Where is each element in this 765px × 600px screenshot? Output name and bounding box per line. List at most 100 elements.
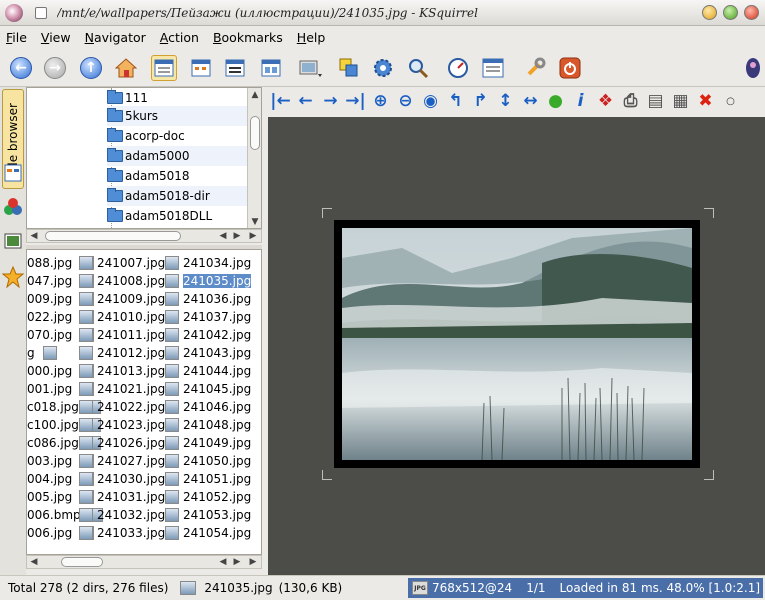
- scrollbar-thumb[interactable]: [45, 231, 181, 241]
- back-button[interactable]: ←: [8, 55, 34, 81]
- menu-view[interactable]: View: [41, 30, 71, 45]
- scroll-right-icon[interactable]: ▶: [231, 230, 243, 242]
- file-item[interactable]: 241021.jpg: [79, 380, 165, 398]
- file-item[interactable]: 241026.jpg: [79, 434, 165, 452]
- tree-item[interactable]: 111: [107, 88, 148, 108]
- tree-item[interactable]: adam5018-dir: [107, 186, 247, 206]
- rotate-left-icon[interactable]: ↰: [443, 89, 468, 113]
- zoom-out-icon[interactable]: ⊖: [393, 89, 418, 113]
- first-image-icon[interactable]: |←: [268, 89, 293, 113]
- tree-horizontal-scrollbar[interactable]: ◀ ◀ ▶ ▶: [26, 229, 262, 243]
- file-item[interactable]: 241046.jpg: [165, 398, 251, 416]
- scroll-up-icon[interactable]: ▲: [249, 89, 261, 101]
- find-button[interactable]: [405, 55, 431, 81]
- file-item[interactable]: 241013.jpg: [79, 362, 165, 380]
- file-item[interactable]: 241043.jpg: [165, 344, 251, 362]
- file-item[interactable]: 241023.jpg: [79, 416, 165, 434]
- maximize-button[interactable]: [723, 5, 738, 20]
- file-item[interactable]: 241022.jpg: [79, 398, 165, 416]
- file-item[interactable]: 241010.jpg: [79, 308, 165, 326]
- zoom-menu-icon[interactable]: ◉: [418, 89, 443, 113]
- tree-item[interactable]: adam5000: [107, 146, 247, 166]
- file-item[interactable]: 241030.jpg: [79, 470, 165, 488]
- next-image-icon[interactable]: →: [318, 89, 343, 113]
- file-item[interactable]: 241042.jpg: [165, 326, 251, 344]
- file-item[interactable]: 241051.jpg: [165, 470, 251, 488]
- scroll-left-icon[interactable]: ◀: [217, 230, 229, 242]
- view-icons-button[interactable]: [188, 55, 214, 81]
- scroll-right-icon[interactable]: ▶: [247, 230, 259, 242]
- select-group-button[interactable]: [336, 55, 362, 81]
- image-viewer[interactable]: [268, 117, 765, 575]
- file-item[interactable]: 241031.jpg: [79, 488, 165, 506]
- scroll-right-icon[interactable]: ▶: [247, 556, 259, 568]
- files-horizontal-scrollbar[interactable]: ◀ ◀ ▶ ▶: [26, 555, 262, 569]
- thumbnail-size-button[interactable]: [298, 55, 324, 81]
- file-item[interactable]: 241049.jpg: [165, 434, 251, 452]
- file-item[interactable]: 241034.jpg: [165, 254, 251, 272]
- scroll-left-icon[interactable]: ◀: [28, 556, 40, 568]
- file-item[interactable]: 241045.jpg: [165, 380, 251, 398]
- file-item[interactable]: 241007.jpg: [79, 254, 165, 272]
- file-item[interactable]: 241050.jpg: [165, 452, 251, 470]
- file-item[interactable]: 241035.jpg: [165, 272, 252, 290]
- title-bar[interactable]: /mnt/e/wallpapers/Пейзажи (иллюстрации)/…: [0, 0, 765, 26]
- home-button[interactable]: [113, 55, 139, 81]
- scroll-left-icon[interactable]: ◀: [28, 230, 40, 242]
- file-item[interactable]: 241052.jpg: [165, 488, 251, 506]
- tree-item[interactable]: adam5018DLL: [107, 206, 212, 226]
- image-info-button[interactable]: [480, 55, 506, 81]
- file-item[interactable]: 241009.jpg: [79, 290, 165, 308]
- view-thumbnails-button[interactable]: [258, 55, 284, 81]
- lightbulb-icon[interactable]: ●: [543, 89, 568, 113]
- scroll-right-icon[interactable]: ▶: [231, 556, 243, 568]
- quit-button[interactable]: [557, 55, 583, 81]
- scrollbar-thumb[interactable]: [61, 557, 103, 567]
- file-item[interactable]: 241027.jpg: [79, 452, 165, 470]
- menu-file[interactable]: File: [6, 30, 27, 45]
- directory-tree[interactable]: 111 5kurs acorp-doc adam5000 adam5018 ad…: [26, 87, 262, 229]
- ksquirrel-app-icon[interactable]: [5, 3, 23, 22]
- menu-action[interactable]: Action: [160, 30, 199, 45]
- tab-image-gallery[interactable]: [2, 227, 24, 255]
- file-item[interactable]: 241054.jpg: [165, 524, 251, 542]
- menu-help[interactable]: Help: [297, 30, 326, 45]
- slideshow-icon[interactable]: ▤: [643, 89, 668, 113]
- file-item[interactable]: 241036.jpg: [165, 290, 251, 308]
- menu-navigator[interactable]: Navigator: [85, 30, 146, 45]
- file-item[interactable]: 241033.jpg: [79, 524, 165, 542]
- previous-image-icon[interactable]: ←: [293, 89, 318, 113]
- fullscreen-icon[interactable]: ❖: [593, 89, 618, 113]
- image-properties-icon[interactable]: ▦: [668, 89, 693, 113]
- file-item[interactable]: 241012.jpg: [79, 344, 165, 362]
- more-options-icon[interactable]: ○: [718, 89, 743, 113]
- rotate-right-icon[interactable]: ↱: [468, 89, 493, 113]
- view-detail-button[interactable]: [222, 55, 248, 81]
- close-viewer-icon[interactable]: ✖: [693, 89, 718, 113]
- flip-horizontal-icon[interactable]: ↔: [518, 89, 543, 113]
- file-item[interactable]: 241044.jpg: [165, 362, 251, 380]
- reload-button[interactable]: [370, 55, 396, 81]
- file-item[interactable]: 241053.jpg: [165, 506, 251, 524]
- view-list-button[interactable]: [151, 55, 177, 81]
- tree-item[interactable]: adam5018: [107, 166, 190, 186]
- tab-categories[interactable]: [2, 193, 24, 221]
- menu-bookmarks[interactable]: Bookmarks: [213, 30, 283, 45]
- scrollbar-thumb[interactable]: [250, 116, 260, 150]
- file-item[interactable]: 241011.jpg: [79, 326, 165, 344]
- flip-vertical-icon[interactable]: ↕: [493, 89, 518, 113]
- file-item[interactable]: 241037.jpg: [165, 308, 251, 326]
- tab-bookmarks[interactable]: [2, 263, 24, 291]
- file-item[interactable]: 241032.jpg: [79, 506, 165, 524]
- file-item[interactable]: 241008.jpg: [79, 272, 165, 290]
- tree-item[interactable]: acorp-doc: [107, 126, 185, 146]
- file-item[interactable]: 241048.jpg: [165, 416, 251, 434]
- info-icon[interactable]: i: [568, 89, 593, 113]
- up-button[interactable]: ↑: [78, 55, 104, 81]
- speed-button[interactable]: [445, 55, 471, 81]
- tab-file-browser-icon[interactable]: [2, 159, 24, 187]
- pin-icon[interactable]: [35, 6, 47, 19]
- options-button[interactable]: [522, 55, 548, 81]
- close-button[interactable]: [744, 5, 759, 20]
- forward-button[interactable]: →: [42, 55, 68, 81]
